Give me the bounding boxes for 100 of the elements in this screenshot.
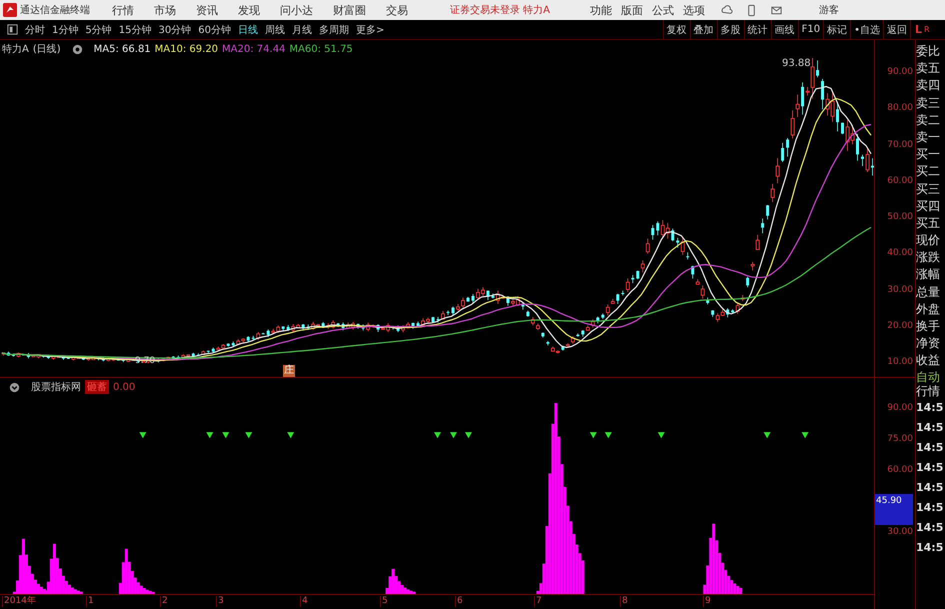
- cloud-icon[interactable]: [720, 4, 734, 16]
- trade-time: 14:5: [916, 520, 944, 536]
- axis-label: 60.00: [886, 464, 914, 477]
- quote-label: 买四: [916, 198, 941, 215]
- left-label[interactable]: L: [915, 23, 922, 36]
- period-tab[interactable]: 5分钟: [85, 22, 112, 36]
- date-label: 2: [160, 596, 168, 607]
- period-tab[interactable]: 1分钟: [52, 22, 78, 36]
- date-label: 5: [380, 596, 388, 607]
- quote-label: 委比: [916, 43, 941, 60]
- ma-value: MA20: 74.44: [222, 44, 286, 54]
- quote-label: 卖一: [916, 128, 941, 146]
- period-tab[interactable]: 月线: [292, 22, 312, 36]
- down-triangle-icon: [658, 432, 665, 438]
- quote-label: 买二: [916, 163, 941, 180]
- trade-time: 14:5: [916, 480, 944, 496]
- period-tab[interactable]: 周线: [264, 22, 285, 36]
- quote-label: 涨跌: [916, 249, 941, 266]
- date-label: 3: [216, 596, 224, 607]
- date-label: 2014年: [2, 596, 36, 607]
- axis-label: 50.00: [886, 211, 914, 224]
- stock-name: 特力A: [2, 42, 29, 56]
- quote-label: 买五: [916, 214, 941, 232]
- period-tab[interactable]: 多周期: [318, 22, 349, 36]
- menu-item[interactable]: 问小达: [280, 2, 313, 18]
- quote-label: 总量: [916, 284, 941, 301]
- trade-time: 14:5: [916, 500, 944, 516]
- quote-label: 卖二: [916, 112, 941, 129]
- down-triangle-icon: [434, 432, 441, 438]
- trade-time: 14:5: [916, 540, 944, 556]
- menu-item[interactable]: 版面: [621, 2, 644, 18]
- date-label: 9: [703, 596, 711, 607]
- menu-item[interactable]: 市场: [154, 2, 176, 18]
- ma-value: MA60: 51.75: [289, 44, 353, 54]
- right-label[interactable]: R: [924, 25, 930, 34]
- user-label[interactable]: 游客: [819, 3, 840, 17]
- app-logo-icon: [3, 3, 17, 17]
- axis-label: 90.00: [886, 402, 914, 415]
- period-tab[interactable]: 30分钟: [158, 22, 192, 36]
- period-tab[interactable]: 分时: [25, 22, 45, 36]
- axis-label: 70.00: [886, 138, 914, 152]
- signal-label: 砸蓄: [85, 380, 109, 394]
- current-value-label: 45.90: [875, 494, 913, 525]
- indicator-name: 股票指标网: [31, 380, 81, 394]
- down-triangle-icon: [206, 432, 214, 438]
- period-tab[interactable]: 60分钟: [198, 22, 231, 36]
- trade-time: 14:5: [916, 400, 944, 416]
- mode-label[interactable]: 自动: [916, 370, 945, 384]
- axis-label: 60.00: [886, 174, 914, 188]
- menu-item[interactable]: 选项: [683, 2, 706, 18]
- menu-item[interactable]: 行情: [112, 2, 134, 18]
- marker-badge: 庄: [283, 365, 295, 377]
- date-label: 1: [86, 596, 94, 607]
- signal-value: 0.00: [113, 382, 136, 392]
- menu-item[interactable]: 公式: [652, 2, 674, 18]
- login-notice: 证券交易未登录 特力A: [450, 4, 550, 17]
- period-tab[interactable]: 15分钟: [118, 22, 152, 36]
- menu-item[interactable]: 发现: [238, 2, 260, 18]
- date-label: 4: [300, 596, 308, 607]
- quote-label: 卖四: [916, 77, 941, 94]
- trade-time: 14:5: [916, 440, 944, 456]
- axis-label: 20.00: [886, 320, 914, 333]
- date-label: 6: [455, 596, 463, 607]
- down-triangle-icon: [764, 432, 771, 438]
- axis-label: 30.00: [886, 526, 914, 539]
- quote-label: 收益: [916, 352, 941, 370]
- axis-label: 90.00: [886, 66, 914, 79]
- app-title: 通达信金融终端: [20, 4, 90, 17]
- quote-label: 现价: [916, 232, 941, 250]
- panel-toggle-icon[interactable]: [6, 23, 19, 36]
- period-tab[interactable]: 更多>: [356, 22, 384, 36]
- quote-label: 净资: [916, 335, 941, 352]
- menu-item[interactable]: 财富圈: [333, 2, 366, 18]
- down-triangle-icon: [139, 432, 146, 438]
- down-triangle-icon: [802, 432, 809, 438]
- menu-item[interactable]: 资讯: [196, 2, 218, 18]
- quote-label: 换手: [916, 318, 941, 335]
- quote-label: 涨幅: [916, 266, 941, 284]
- quote-label: 买一: [916, 146, 941, 164]
- quote-label: 买三: [916, 180, 941, 198]
- down-triangle-icon: [245, 432, 252, 438]
- mode-label[interactable]: 行情: [916, 384, 945, 398]
- quote-label: 卖三: [916, 94, 941, 112]
- trade-time: 14:5: [916, 460, 944, 476]
- date-label: 7: [534, 596, 542, 607]
- quote-label: 卖五: [916, 60, 941, 78]
- menu-item[interactable]: 功能: [590, 2, 612, 18]
- period-tab[interactable]: 日线: [238, 22, 258, 36]
- axis-label: 80.00: [886, 102, 914, 116]
- down-triangle-icon: [287, 432, 294, 438]
- ma-value: MA10: 69.20: [154, 44, 218, 54]
- menu-item[interactable]: 交易: [386, 2, 408, 18]
- date-label: 8: [620, 596, 628, 607]
- toolbar-button[interactable]: •自选: [850, 20, 883, 39]
- ma-value: MA5: 66.81: [94, 44, 151, 54]
- trade-time: 14:5: [916, 420, 944, 436]
- high-price-label: 93.88: [782, 58, 811, 69]
- low-price-label: 9.70: [135, 356, 156, 366]
- period-label: (日线): [32, 42, 61, 56]
- axis-label: 30.00: [886, 284, 914, 296]
